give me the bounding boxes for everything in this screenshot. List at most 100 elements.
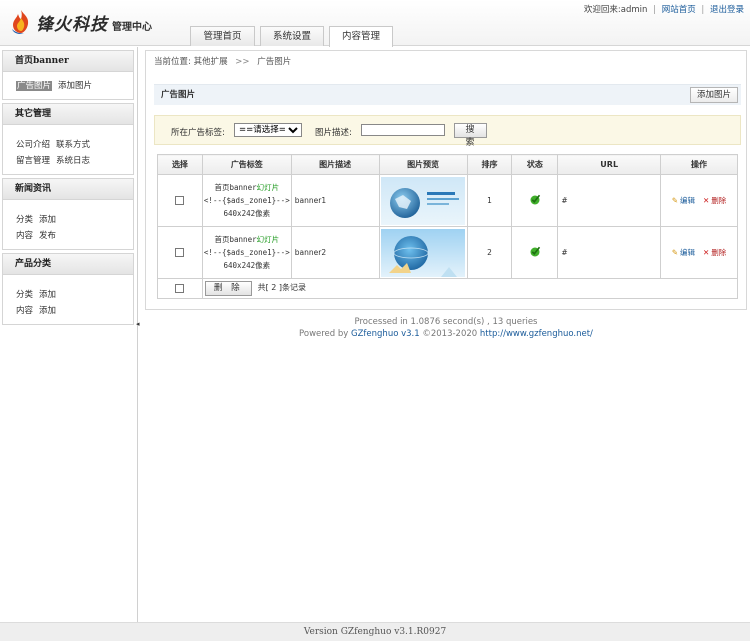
edit-pencil-icon: ✎: [671, 248, 678, 257]
table-row: 首页banner幻灯片 <!--{$ads_zone1}--> 640x242像…: [157, 226, 738, 279]
nav-line: 广告图片 添加图片: [16, 78, 133, 94]
col-url: URL: [557, 154, 662, 175]
delete-x-icon: ✕: [703, 248, 710, 257]
site-home-link[interactable]: 网站首页: [662, 5, 696, 15]
bulk-delete-button[interactable]: 删 除: [204, 281, 252, 296]
col-select: 选择: [157, 154, 203, 175]
sidebar-item-news-publish[interactable]: 发布: [39, 231, 56, 241]
sidebar-item-ad-images[interactable]: 广告图片: [16, 81, 53, 91]
tag-size: 640x242像素: [223, 261, 271, 270]
status-ok-icon[interactable]: [529, 194, 541, 205]
tag-filter-label: 所在广告标签:: [171, 128, 225, 138]
search-button[interactable]: 搜 索: [454, 123, 487, 148]
desc-filter-input[interactable]: [361, 124, 445, 136]
logo-text: 锋火科技: [36, 14, 108, 35]
logout-link[interactable]: 退出登录: [710, 5, 744, 15]
sidebar: 首页banner 广告图片 添加图片 其它管理 公司介绍 联系方式 留言管理 系统日志…: [0, 47, 138, 622]
edit-pencil-icon: ✎: [671, 196, 678, 205]
sidebar-item-system-log[interactable]: 系统日志: [56, 156, 90, 166]
sidebar-item-company-intro[interactable]: 公司介绍: [16, 140, 50, 150]
edit-label: 编辑: [680, 248, 695, 257]
top-header: 锋火科技 管理中心 欢迎回来:admin | 网站首页 | 退出登录 管理首页 …: [0, 0, 750, 47]
table-header-row: 选择 广告标签 图片描述 图片预览 排序 状态 URL 操作: [157, 154, 738, 175]
tab-home[interactable]: 管理首页: [190, 26, 255, 46]
edit-button[interactable]: ✎ 编辑: [672, 196, 695, 205]
url-cell: #: [557, 174, 662, 227]
processed-info: Processed in 1.0876 second(s) , 13 queri…: [354, 317, 538, 327]
status-cell: [511, 226, 559, 279]
url-cell: #: [557, 226, 662, 279]
panel-title: 广告图片: [161, 90, 196, 100]
edit-button[interactable]: ✎ 编辑: [672, 248, 695, 257]
actions-cell: ✎ 编辑 ✕ 删除: [660, 226, 738, 279]
preview-cell: [378, 174, 468, 227]
sidebar-item-product-content[interactable]: 内容: [16, 306, 33, 316]
sidebar-item-news-add[interactable]: 添加: [39, 215, 56, 225]
tag-type: 幻灯片: [256, 235, 280, 244]
collapse-arrow-icon[interactable]: ◂: [136, 320, 142, 350]
sidebar-item-product-content-add[interactable]: 添加: [39, 306, 56, 316]
banner-preview-image[interactable]: [381, 228, 466, 277]
preview-cell: [378, 226, 468, 279]
tag-cell: 首页banner幻灯片 <!--{$ads_zone1}--> 640x242像…: [201, 174, 292, 227]
welcome-label: 欢迎回来:: [583, 5, 621, 15]
select-all-checkbox[interactable]: [175, 284, 185, 294]
breadcrumb-level1[interactable]: 其他扩展: [194, 57, 228, 67]
select-cell: [157, 174, 203, 227]
delete-label: 删除: [711, 248, 727, 257]
tag-code: <!--{$ads_zone1}-->: [203, 248, 290, 257]
user-bar: 欢迎回来:admin | 网站首页 | 退出登录: [584, 3, 744, 15]
nav-group-title: 首页banner: [3, 51, 133, 72]
site-link[interactable]: http://www.gzfenghuo.net/: [480, 329, 593, 339]
nav-group-body: 分类 添加 内容 添加: [3, 275, 133, 324]
nav-line: 分类 添加: [16, 212, 133, 228]
nav-group-title: 新闻资讯: [3, 179, 133, 200]
nav-group-body: 广告图片 添加图片: [3, 72, 133, 99]
record-count: 共[ 2 ]条记录: [257, 283, 306, 292]
nav-line: 内容 添加: [16, 303, 133, 319]
main-tabs: 管理首页 系统设置 内容管理: [190, 26, 398, 47]
sidebar-item-product-category[interactable]: 分类: [16, 290, 33, 300]
status-ok-icon[interactable]: [529, 246, 541, 257]
delete-button[interactable]: ✕ 删除: [703, 248, 726, 257]
delete-x-icon: ✕: [703, 196, 710, 205]
row-checkbox[interactable]: [175, 196, 185, 206]
flame-logo-icon: [12, 10, 29, 34]
add-image-button[interactable]: 添加图片: [689, 87, 738, 103]
col-status: 状态: [511, 154, 559, 175]
tag-title: 首页banner: [214, 235, 257, 244]
filter-bar: 所在广告标签: ==请选择== 图片描述: 搜 索: [154, 115, 741, 148]
sidebar-item-add-image[interactable]: 添加图片: [58, 81, 92, 91]
nav-line: 内容 发布: [16, 228, 133, 244]
ad-image-table: 选择 广告标签 图片描述 图片预览 排序 状态 URL 操作 首页banner幻…: [157, 154, 739, 299]
tab-content-management[interactable]: 内容管理: [329, 26, 393, 47]
order-cell: 1: [466, 174, 513, 227]
sidebar-item-news-category[interactable]: 分类: [16, 215, 33, 225]
actions-cell: ✎ 编辑 ✕ 删除: [660, 174, 738, 227]
product-link[interactable]: GZfenghuo v3.1: [351, 329, 420, 339]
desc-filter-label: 图片描述:: [315, 128, 352, 138]
powered-prefix: Powered by: [299, 329, 349, 339]
bulk-actions-cell: 删 除共[ 2 ]条记录: [201, 278, 739, 299]
select-all-cell: [157, 278, 203, 299]
sidebar-item-news-content[interactable]: 内容: [16, 231, 33, 241]
sidebar-item-messages[interactable]: 留言管理: [16, 156, 50, 166]
sidebar-item-contact[interactable]: 联系方式: [56, 140, 90, 150]
col-preview: 图片预览: [378, 154, 468, 175]
sidebar-item-product-category-add[interactable]: 添加: [39, 290, 56, 300]
powered-by: Powered by GZfenghuo v3.1 ©2013-2020 htt…: [145, 328, 747, 340]
breadcrumb-separator: >>: [235, 57, 250, 67]
tag-filter-select[interactable]: ==请选择==: [234, 123, 302, 137]
col-desc: 图片描述: [290, 154, 380, 175]
nav-group-products: 产品分类 分类 添加 内容 添加: [2, 253, 134, 325]
tab-system-settings[interactable]: 系统设置: [260, 26, 324, 46]
logo-subtitle: 管理中心: [112, 21, 152, 33]
delete-button[interactable]: ✕ 删除: [703, 196, 726, 205]
row-checkbox[interactable]: [175, 248, 185, 258]
banner-preview-image[interactable]: [381, 176, 466, 225]
footer-version: Version GZfenghuo v3.1.R0927: [0, 622, 750, 641]
desc-cell: banner1: [290, 174, 380, 227]
logo: 锋火科技 管理中心: [10, 8, 152, 36]
breadcrumb-level2: 广告图片: [257, 57, 292, 67]
col-actions: 操作: [660, 154, 738, 175]
